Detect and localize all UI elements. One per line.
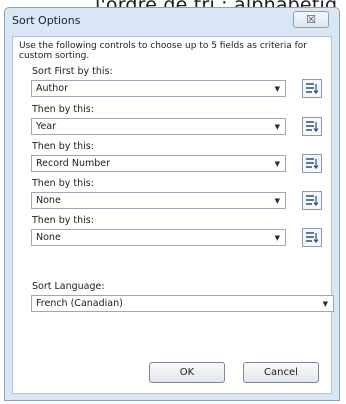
sort-field-4-value: None xyxy=(36,195,61,206)
sort-field-5-value: None xyxy=(36,232,61,243)
sort-field-2-label: Then by this: xyxy=(32,104,94,115)
sort-field-1-dropdown[interactable]: Author ▼ xyxy=(31,80,286,97)
dialog-client-area: Use the following controls to choose up … xyxy=(12,36,334,394)
cancel-button[interactable]: Cancel xyxy=(243,362,319,383)
sort-field-3-dropdown[interactable]: Record Number ▼ xyxy=(31,155,286,172)
dialog-title: Sort Options xyxy=(12,14,81,27)
sort-field-4-dropdown[interactable]: None ▼ xyxy=(31,192,286,209)
sort-order-button-2[interactable] xyxy=(302,117,322,136)
dropdown-arrow-icon: ▼ xyxy=(274,234,280,242)
sort-order-button-5[interactable] xyxy=(302,228,322,247)
title-bar: Sort Options ☒ xyxy=(5,8,339,35)
sort-options-dialog: Sort Options ☒ Use the following control… xyxy=(4,7,340,401)
sort-order-button-4[interactable] xyxy=(302,191,322,210)
sort-order-button-3[interactable] xyxy=(302,154,322,173)
sort-order-icon xyxy=(306,121,319,132)
sort-language-label: Sort Language: xyxy=(32,281,105,292)
sort-field-5-label: Then by this: xyxy=(32,215,94,226)
sort-field-1-label: Sort First by this: xyxy=(32,66,113,77)
dropdown-arrow-icon: ▼ xyxy=(274,197,280,205)
intro-text: Use the following controls to choose up … xyxy=(19,41,307,61)
sort-field-2-dropdown[interactable]: Year ▼ xyxy=(31,118,286,135)
sort-order-icon xyxy=(306,158,319,169)
ok-button[interactable]: OK xyxy=(149,362,225,383)
sort-language-value: French (Canadian) xyxy=(36,298,123,309)
sort-order-button-1[interactable] xyxy=(302,79,322,98)
dropdown-arrow-icon: ▼ xyxy=(274,123,280,131)
sort-order-icon xyxy=(306,83,319,94)
sort-field-3-value: Record Number xyxy=(36,158,111,169)
close-button[interactable]: ☒ xyxy=(293,11,329,28)
sort-field-2-value: Year xyxy=(36,121,57,132)
dropdown-arrow-icon: ▼ xyxy=(274,160,280,168)
sort-field-3-label: Then by this: xyxy=(32,141,94,152)
sort-field-5-dropdown[interactable]: None ▼ xyxy=(31,229,286,246)
sort-field-4-label: Then by this: xyxy=(32,178,94,189)
sort-field-1-value: Author xyxy=(36,83,68,94)
dropdown-arrow-icon: ▼ xyxy=(274,85,280,93)
dropdown-arrow-icon: ▼ xyxy=(322,300,328,308)
sort-order-icon xyxy=(306,232,319,243)
sort-language-dropdown[interactable]: French (Canadian) ▼ xyxy=(31,295,334,312)
sort-order-icon xyxy=(306,195,319,206)
